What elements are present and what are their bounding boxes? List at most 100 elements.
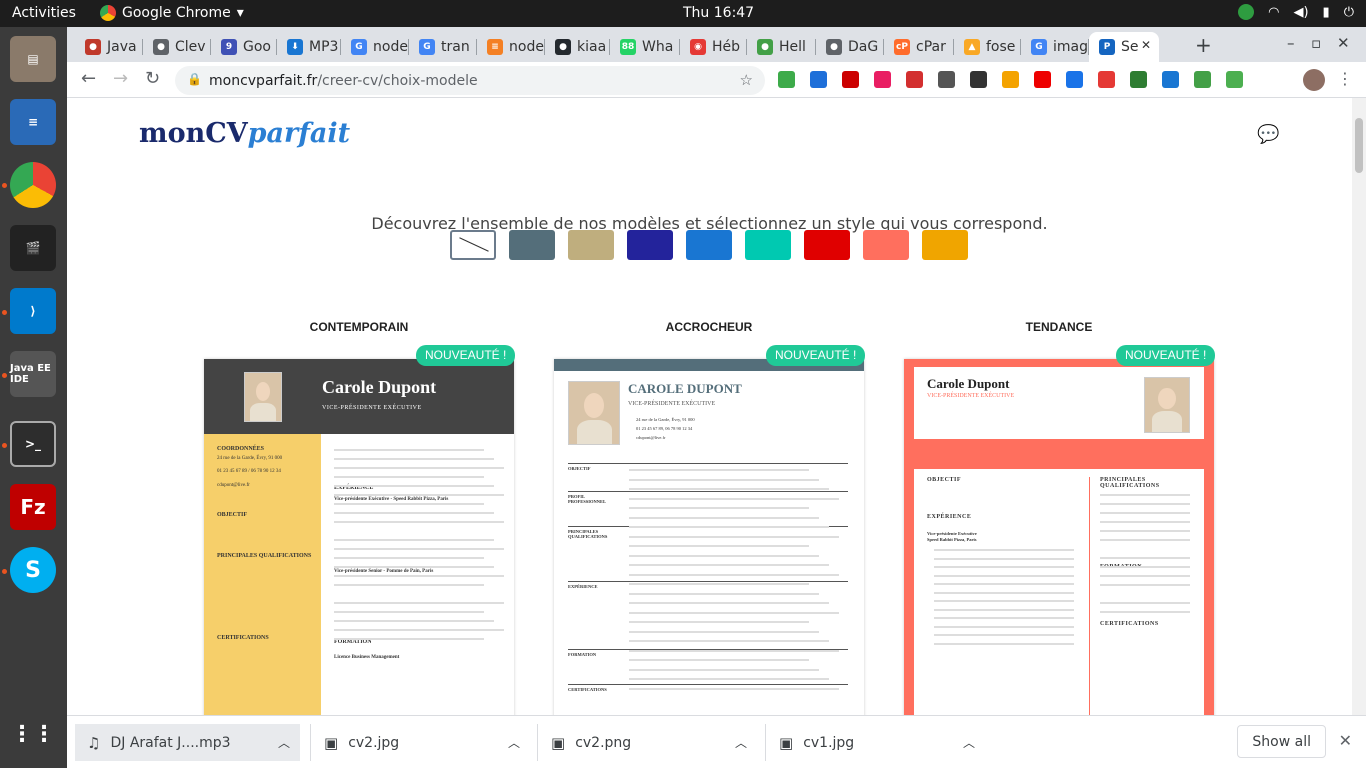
- lock-icon[interactable]: 🔒: [187, 72, 202, 86]
- extension-icon[interactable]: [1194, 71, 1211, 88]
- text-line: [334, 629, 504, 631]
- download-item-3[interactable]: ▣ cv1.jpg ︿: [765, 724, 985, 761]
- color-swatch-3[interactable]: [627, 230, 673, 260]
- back-icon[interactable]: ←: [81, 68, 96, 89]
- power-icon[interactable]: ⏻: [1344, 5, 1354, 20]
- color-swatch-0[interactable]: [450, 230, 496, 260]
- tab-12[interactable]: cP cPar: [884, 32, 954, 62]
- tab-13[interactable]: ▲ fose: [954, 32, 1021, 62]
- clock[interactable]: Thu 16:47: [683, 5, 754, 21]
- profile-avatar[interactable]: [1303, 69, 1325, 91]
- site-logo[interactable]: monCVparfait: [139, 118, 350, 149]
- close-window-button[interactable]: ✕: [1337, 34, 1350, 52]
- update-icon[interactable]: [1238, 4, 1255, 20]
- close-downloads-bar-icon[interactable]: ✕: [1339, 731, 1352, 750]
- chrome-dock-icon[interactable]: [10, 162, 56, 208]
- tab-11[interactable]: ● DaG: [816, 32, 884, 62]
- show-all-downloads-button[interactable]: Show all: [1237, 725, 1326, 758]
- extension-icon[interactable]: [1098, 71, 1115, 88]
- color-swatch-1[interactable]: [509, 230, 555, 260]
- vscode-icon[interactable]: ⟩: [10, 288, 56, 334]
- reload-icon[interactable]: ↻: [145, 68, 160, 89]
- java-ee-ide-icon[interactable]: Java EE IDE: [10, 351, 56, 397]
- cv-main-item: Licence Business Management: [334, 655, 400, 660]
- tab-7[interactable]: ● kiaa: [545, 32, 610, 62]
- minimize-button[interactable]: –: [1287, 34, 1295, 52]
- battery-icon[interactable]: ▮: [1323, 5, 1330, 20]
- address-bar[interactable]: 🔒 moncvparfait.fr/creer-cv/choix-modele …: [175, 66, 765, 95]
- page-scrollbar[interactable]: [1352, 98, 1366, 715]
- tab-title: cPar: [916, 39, 946, 55]
- cv-template-1[interactable]: CAROLE DUPONT VICE-PRÉSIDENTE EXÉCUTIVE 24…: [554, 359, 864, 715]
- video-editor-icon[interactable]: 🎬: [10, 225, 56, 271]
- extension-icon[interactable]: [842, 71, 859, 88]
- tab-15[interactable]: P Se ✕: [1089, 32, 1159, 62]
- download-menu-chevron-icon[interactable]: ︿: [278, 734, 290, 751]
- download-menu-chevron-icon[interactable]: ︿: [963, 734, 975, 751]
- activities-button[interactable]: Activities: [12, 5, 76, 21]
- filezilla-icon[interactable]: Fz: [10, 484, 56, 530]
- bookmark-star-icon[interactable]: ☆: [740, 71, 753, 89]
- system-tray[interactable]: ◠ ◀) ▮ ⏻: [1238, 4, 1354, 20]
- app-menu[interactable]: Google Chrome ▾: [100, 5, 244, 21]
- text-line: [1100, 503, 1190, 505]
- extension-icon[interactable]: [970, 71, 987, 88]
- download-separator: [310, 724, 311, 761]
- extension-icon[interactable]: [874, 71, 891, 88]
- extension-icon[interactable]: [1226, 71, 1243, 88]
- download-menu-chevron-icon[interactable]: ︿: [735, 734, 747, 751]
- download-item-0[interactable]: ♫ DJ Arafat J....mp3 ︿: [75, 724, 300, 761]
- color-swatch-8[interactable]: [922, 230, 968, 260]
- extension-icon[interactable]: [810, 71, 827, 88]
- cv-template-2[interactable]: Carole Dupont VICE-PRÉSIDENTE EXÉCUTIVE PR…: [904, 359, 1214, 715]
- color-swatch-5[interactable]: [745, 230, 791, 260]
- extension-icon[interactable]: [938, 71, 955, 88]
- cv-template-0[interactable]: Carole Dupont VICE-PRÉSIDENTE EXÉCUTIVE CO…: [204, 359, 514, 715]
- cv-photo: [568, 381, 620, 445]
- color-swatch-7[interactable]: [863, 230, 909, 260]
- cv-section: CERTIFICATIONS: [568, 687, 607, 692]
- new-tab-button[interactable]: +: [1195, 33, 1212, 57]
- chat-icon[interactable]: 💬: [1257, 124, 1279, 145]
- download-item-2[interactable]: ▣ cv2.png ︿: [537, 724, 757, 761]
- maximize-button[interactable]: ▫: [1311, 34, 1321, 52]
- volume-icon[interactable]: ◀): [1293, 5, 1308, 20]
- download-item-1[interactable]: ▣ cv2.jpg ︿: [310, 724, 530, 761]
- files-icon[interactable]: ▤: [10, 36, 56, 82]
- tab-0[interactable]: ● Java: [75, 32, 143, 62]
- tab-2[interactable]: 9 Goo: [211, 32, 277, 62]
- download-menu-chevron-icon[interactable]: ︿: [508, 734, 520, 751]
- menu-icon[interactable]: ⋮: [1337, 69, 1353, 88]
- extension-icon[interactable]: [1002, 71, 1019, 88]
- tab-8[interactable]: 88 Wha: [610, 32, 680, 62]
- extension-icon[interactable]: [1162, 71, 1179, 88]
- forward-icon[interactable]: →: [113, 68, 128, 89]
- terminal-icon[interactable]: >_: [10, 421, 56, 467]
- skype-icon[interactable]: S: [10, 547, 56, 593]
- tab-10[interactable]: ● Hell: [747, 32, 816, 62]
- tab-close-icon[interactable]: ✕: [1141, 38, 1151, 52]
- tab-5[interactable]: Gtran: [409, 32, 477, 62]
- extension-icon[interactable]: [906, 71, 923, 88]
- writer-icon[interactable]: ≡: [10, 99, 56, 145]
- tab-14[interactable]: Gimag: [1021, 32, 1089, 62]
- cv-contact: cdupont@live.fr: [636, 435, 666, 440]
- show-apps-icon[interactable]: ⋮⋮: [10, 711, 56, 757]
- extension-icon[interactable]: [778, 71, 795, 88]
- text-line: [334, 521, 504, 523]
- tab-strip: ● Java ● Clev 9 Goo ⬇ MP3 Gnode Gtran ≡ node ● kiaa 88…: [67, 27, 1366, 62]
- tab-3[interactable]: ⬇ MP3: [277, 32, 341, 62]
- tab-9[interactable]: ◉ Héb: [680, 32, 747, 62]
- tab-6[interactable]: ≡ node: [477, 32, 545, 62]
- extension-icon[interactable]: [1066, 71, 1083, 88]
- extension-icon[interactable]: [1034, 71, 1051, 88]
- color-swatch-2[interactable]: [568, 230, 614, 260]
- tab-1[interactable]: ● Clev: [143, 32, 211, 62]
- wifi-icon[interactable]: ◠: [1268, 5, 1279, 20]
- extension-icon[interactable]: [1130, 71, 1147, 88]
- color-swatch-6[interactable]: [804, 230, 850, 260]
- cv-main-item: EXPÉRIENCE: [927, 514, 972, 520]
- tab-4[interactable]: Gnode: [341, 32, 409, 62]
- color-swatch-4[interactable]: [686, 230, 732, 260]
- text-line: [934, 600, 1074, 602]
